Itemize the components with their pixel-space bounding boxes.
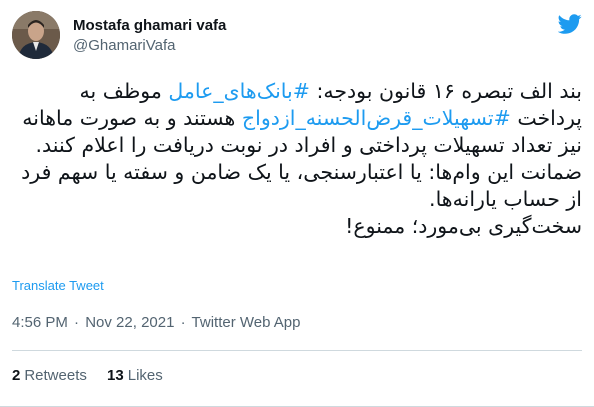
meta-separator: ·: [74, 314, 80, 331]
tweet-metadata: 4:56 PM · Nov 22, 2021 · Twitter Web App: [12, 314, 300, 331]
meta-separator: ·: [180, 314, 186, 331]
avatar[interactable]: [12, 11, 60, 59]
tweet-paragraph-1: بند الف تبصره ۱۶ قانون بودجه: #بانک‌های_…: [12, 78, 582, 159]
translate-tweet-link[interactable]: Translate Tweet: [12, 278, 104, 293]
tweet-time[interactable]: 4:56 PM: [12, 314, 68, 331]
tweet-text: بند الف تبصره ۱۶ قانون بودجه: #بانک‌های_…: [12, 78, 582, 240]
hashtag-link[interactable]: #بانک‌های_عامل: [168, 79, 310, 103]
tweet-source[interactable]: Twitter Web App: [192, 314, 301, 331]
hashtag-link[interactable]: #تسهیلات_قرض‌الحسنه_ازدواج: [242, 106, 511, 130]
tweet-date[interactable]: Nov 22, 2021: [85, 314, 174, 331]
likes-count: 13: [107, 367, 124, 384]
tweet-stats: 2 Retweets 13 Likes: [12, 367, 179, 384]
likes-stat[interactable]: 13 Likes: [107, 367, 163, 384]
retweets-count: 2: [12, 367, 21, 384]
divider: [12, 350, 582, 351]
author-names: Mostafa ghamari vafa @GhamariVafa: [73, 16, 226, 56]
tweet-paragraph-3: سخت‌گیری بی‌مورد؛ ممنوع!: [345, 214, 582, 238]
tweet-paragraph-2: ضمانت این وام‌ها: یا اعتبارسنجی، یا یک ض…: [21, 160, 582, 211]
tweet-text-segment: بند الف تبصره ۱۶ قانون بودجه:: [309, 79, 582, 103]
tweet-header: Mostafa ghamari vafa @GhamariVafa: [12, 10, 582, 62]
retweets-stat[interactable]: 2 Retweets: [12, 367, 87, 384]
tweet-card: Mostafa ghamari vafa @GhamariVafa بند ال…: [0, 0, 594, 407]
author-display-name[interactable]: Mostafa ghamari vafa: [73, 16, 226, 36]
retweets-label: Retweets: [24, 367, 87, 384]
likes-label: Likes: [127, 367, 163, 384]
twitter-bird-icon[interactable]: [557, 12, 582, 36]
author-handle[interactable]: @GhamariVafa: [73, 36, 226, 56]
